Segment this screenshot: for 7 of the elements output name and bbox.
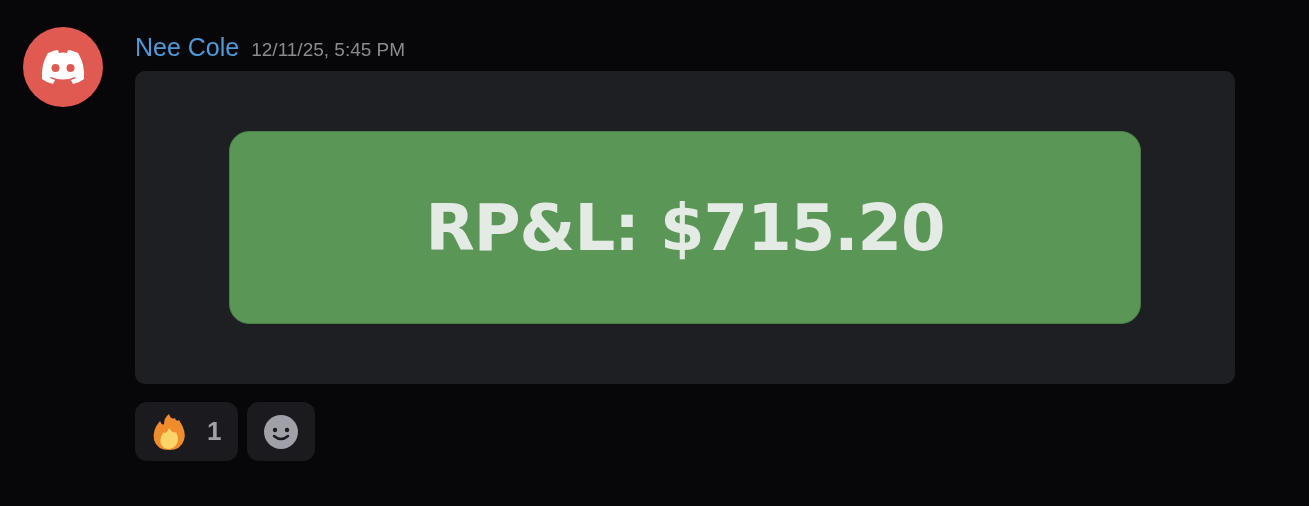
pnl-banner: RP&L: $715.20 [229, 131, 1141, 324]
timestamp: 12/11/25, 5:45 PM [251, 38, 406, 62]
game-controller-icon [40, 49, 86, 85]
reaction-button[interactable]: 1 [135, 402, 238, 461]
smiley-icon [264, 414, 298, 449]
add-reaction-button[interactable] [247, 402, 315, 461]
author-name[interactable]: Nee Cole [135, 29, 240, 65]
